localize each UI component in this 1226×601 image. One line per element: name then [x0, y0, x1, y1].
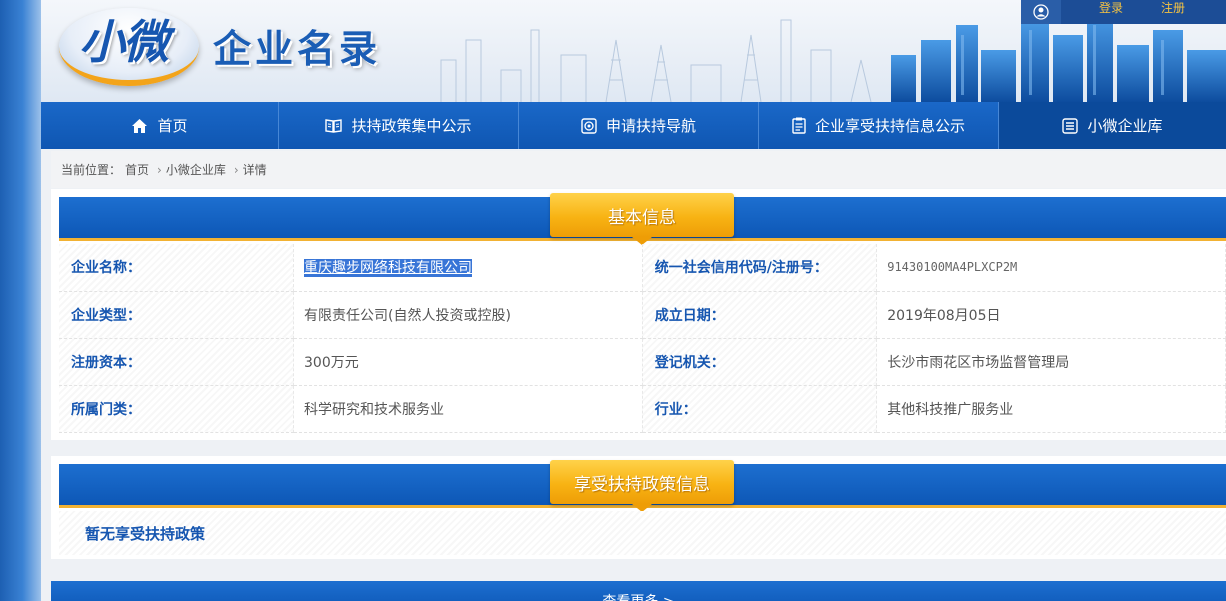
field-label: 成立日期：	[642, 291, 878, 339]
login-link[interactable]: 登录	[1099, 0, 1123, 16]
breadcrumb-item-home[interactable]: 首页	[125, 161, 149, 178]
nav-item-support-info[interactable]: 企业享受扶持信息公示	[759, 102, 999, 149]
chevron-right-icon: ›	[233, 162, 239, 177]
main-container: 小微 企业名录 登录 注册 首页 扶持政策集中公示 申请扶持导航 企业享受扶持信…	[41, 0, 1226, 601]
field-value-industry: 其他科技推广服务业	[876, 385, 1226, 433]
nav-item-label: 小微企业库	[1087, 117, 1163, 135]
field-value-company-name: 重庆趣步网络科技有限公司	[293, 244, 643, 292]
field-label: 所属门类：	[59, 385, 294, 433]
breadcrumb-item-enterprise-db[interactable]: 小微企业库	[166, 161, 226, 178]
header-banner: 小微 企业名录 登录 注册	[41, 0, 1226, 102]
field-label: 企业名称：	[59, 244, 294, 292]
nav-item-label: 扶持政策集中公示	[351, 117, 472, 135]
auth-bar: 登录 注册	[1021, 0, 1226, 24]
site-title: 企业名录	[213, 27, 382, 71]
policy-empty-message: 暂无享受扶持政策	[59, 511, 1226, 555]
breadcrumb-prefix: 当前位置：	[61, 163, 122, 177]
field-label: 统一社会信用代码/注册号：	[642, 244, 878, 292]
view-more-button[interactable]: 查看更多 >	[51, 581, 1226, 601]
table-row: 企业类型： 有限责任公司(自然人投资或控股) 成立日期： 2019年08月05日	[59, 291, 1226, 339]
book-icon	[325, 119, 343, 133]
field-label: 行业：	[642, 385, 878, 433]
nav-item-label: 首页	[157, 117, 188, 135]
company-name-link[interactable]: 重庆趣步网络科技有限公司	[304, 259, 472, 278]
register-link[interactable]: 注册	[1161, 0, 1185, 16]
home-icon	[132, 118, 148, 133]
clipboard-icon	[792, 117, 806, 134]
field-value-established-date: 2019年08月05日	[876, 291, 1226, 339]
basic-info-table: 企业名称： 重庆趣步网络科技有限公司 统一社会信用代码/注册号： 9143010…	[59, 244, 1226, 433]
table-row: 所属门类： 科学研究和技术服务业 行业： 其他科技推广服务业	[59, 385, 1226, 433]
chevron-right-icon: ›	[157, 162, 162, 177]
nav-item-policy-publicity[interactable]: 扶持政策集中公示	[279, 102, 519, 149]
nav-item-label: 企业享受扶持信息公示	[814, 117, 965, 135]
breadcrumb: 当前位置： 首页 › 小微企业库 › 详情	[51, 151, 1226, 188]
nav-item-home[interactable]: 首页	[41, 102, 279, 149]
logo-mark: 小微	[79, 15, 169, 69]
field-value-credit-code: 91430100MA4PLXCP2M	[876, 244, 1226, 292]
breadcrumb-item-detail: 详情	[242, 163, 267, 177]
field-label: 企业类型：	[59, 291, 294, 339]
nav-item-enterprise-db[interactable]: 小微企业库	[999, 102, 1226, 149]
main-nav: 首页 扶持政策集中公示 申请扶持导航 企业享受扶持信息公示 小微企业库	[41, 102, 1226, 149]
table-row: 注册资本： 300万元 登记机关： 长沙市雨花区市场监督管理局	[59, 338, 1226, 386]
nav-item-label: 申请扶持导航	[605, 117, 696, 135]
field-value-registration-authority: 长沙市雨花区市场监督管理局	[876, 338, 1226, 386]
field-value-company-type: 有限责任公司(自然人投资或控股)	[293, 291, 643, 339]
compass-icon	[581, 117, 597, 134]
panel-title-tab: 享受扶持政策信息	[550, 460, 734, 512]
panel-title-tab: 基本信息	[550, 193, 734, 245]
user-icon[interactable]	[1021, 0, 1061, 24]
field-value-registered-capital: 300万元	[293, 338, 643, 386]
field-value-category: 科学研究和技术服务业	[293, 385, 643, 433]
policy-info-panel: 享受扶持政策信息 暂无享受扶持政策	[51, 456, 1226, 559]
list-icon	[1062, 117, 1079, 134]
field-label: 注册资本：	[59, 338, 294, 386]
left-background-strip	[0, 0, 41, 601]
field-label: 登记机关：	[642, 338, 878, 386]
table-row: 企业名称： 重庆趣步网络科技有限公司 统一社会信用代码/注册号： 9143010…	[59, 244, 1226, 292]
nav-item-apply-guide[interactable]: 申请扶持导航	[519, 102, 759, 149]
basic-info-panel: 基本信息 企业名称： 重庆趣步网络科技有限公司 统一社会信用代码/注册号： 91…	[51, 189, 1226, 440]
